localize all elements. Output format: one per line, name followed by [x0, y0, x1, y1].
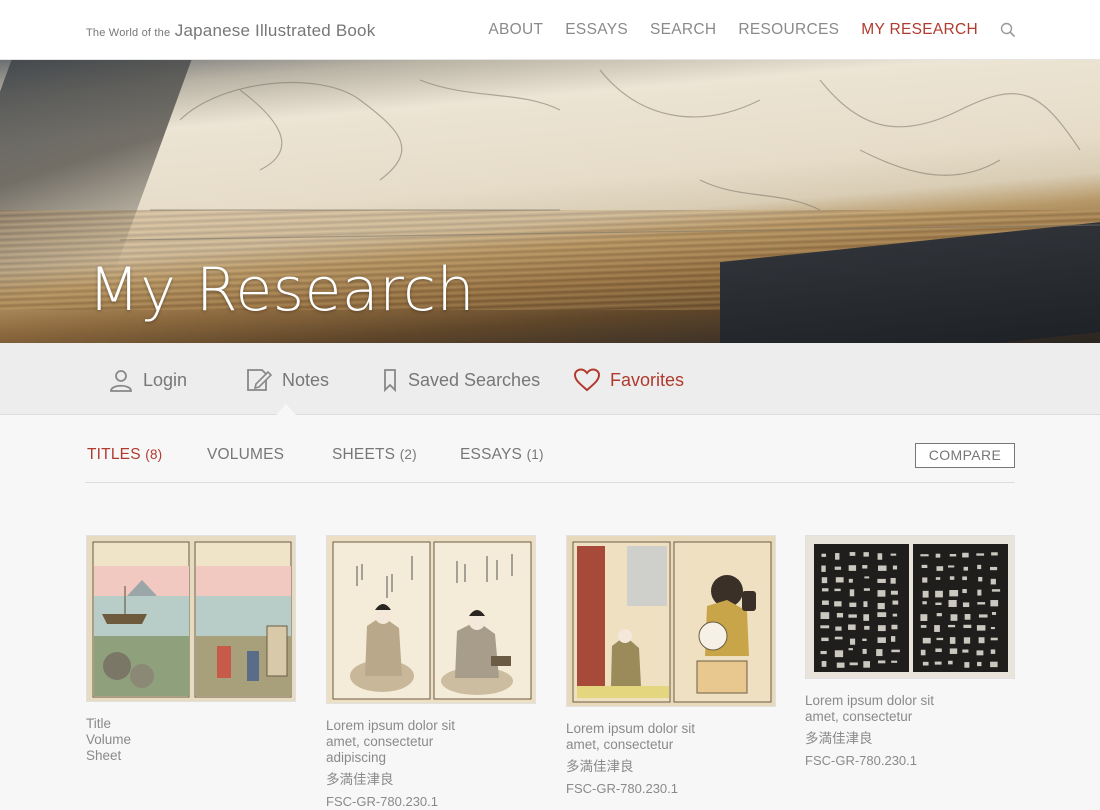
subtab-essays-count: (1) — [526, 447, 544, 462]
favorites-subtabs: TITLES (8) VOLUMES SHEETS (2) ESSAYS (1)… — [85, 440, 1015, 483]
nav-search[interactable]: SEARCH — [650, 21, 716, 39]
card-title-line: amet, consectetur — [805, 709, 913, 724]
card-japanese-title: 多満佳津良 — [326, 772, 394, 787]
tab-notes[interactable]: Notes — [246, 368, 329, 392]
card-accession-id: FSC-GR-780.230.1 — [805, 753, 917, 768]
subtab-titles[interactable]: TITLES (8) — [87, 446, 162, 464]
card-accession-id: FSC-GR-780.230.1 — [566, 781, 678, 796]
active-tab-pointer — [276, 404, 296, 415]
site-title-main: Japanese Illustrated Book — [174, 21, 376, 40]
card-title-line: adipiscing — [326, 750, 387, 765]
card-japanese-title: 多満佳津良 — [566, 759, 634, 774]
subtab-sheets[interactable]: SHEETS (2) — [332, 446, 417, 464]
card-title: Title — [86, 716, 112, 731]
card-thumbnail[interactable] — [566, 535, 776, 707]
nav-resources[interactable]: RESOURCES — [738, 21, 839, 39]
favorite-card[interactable]: Lorem ipsum dolor sit amet, consectetur … — [566, 535, 776, 797]
card-thumbnail[interactable] — [805, 535, 1015, 679]
card-info: Lorem ipsum dolor sit amet, consectetur … — [566, 721, 776, 797]
tab-saved-searches-label: Saved Searches — [408, 369, 541, 390]
main-nav: ABOUT ESSAYS SEARCH RESOURCES MY RESEARC… — [466, 21, 1016, 39]
top-header: The World of the Japanese Illustrated Bo… — [0, 0, 1100, 60]
bookmark-icon — [384, 369, 396, 392]
subtab-volumes[interactable]: VOLUMES — [207, 446, 284, 464]
subtab-sheets-count: (2) — [399, 447, 417, 462]
compare-button[interactable]: COMPARE — [915, 443, 1015, 468]
tab-notes-label: Notes — [282, 369, 330, 390]
search-icon[interactable] — [1000, 22, 1016, 38]
tab-favorites-label: Favorites — [610, 369, 685, 390]
card-info: Lorem ipsum dolor sit amet, consectetur … — [326, 718, 536, 810]
subtab-essays[interactable]: ESSAYS (1) — [460, 446, 544, 464]
favorite-card[interactable]: Title Volume Sheet — [86, 535, 296, 764]
card-volume: Volume — [86, 732, 132, 747]
subtab-titles-label: TITLES — [87, 446, 141, 463]
card-title-line: Lorem ipsum dolor sit — [326, 718, 456, 733]
nav-about[interactable]: ABOUT — [488, 21, 543, 39]
card-japanese-title: 多満佳津良 — [805, 731, 873, 746]
tab-saved-searches[interactable]: Saved Searches — [382, 368, 540, 392]
card-accession-id: FSC-GR-780.230.1 — [326, 794, 438, 809]
subtab-volumes-label: VOLUMES — [207, 446, 285, 463]
book-illustration-image — [332, 541, 532, 700]
notes-edit-icon — [247, 369, 272, 391]
card-thumbnail[interactable] — [86, 535, 296, 702]
nav-my-research[interactable]: MY RESEARCH — [861, 21, 978, 39]
user-icon — [110, 370, 132, 392]
research-tabs: Login Notes Saved Searches Favorites — [0, 343, 1100, 415]
card-info: Lorem ipsum dolor sit amet, consectetur … — [805, 693, 1015, 769]
card-title-line: amet, consectetur — [566, 737, 674, 752]
tab-favorites[interactable]: Favorites — [574, 368, 684, 392]
tab-login[interactable]: Login — [109, 368, 187, 392]
subtab-titles-count: (8) — [145, 447, 163, 462]
hero-banner: My Research — [0, 60, 1100, 343]
site-title-prefix: The World of the — [86, 27, 171, 39]
favorite-card[interactable]: Lorem ipsum dolor sit amet, consectetur … — [805, 535, 1015, 769]
card-sheet: Sheet — [86, 748, 122, 763]
calligraphy-image — [814, 544, 1008, 672]
card-thumbnail[interactable] — [326, 535, 536, 704]
book-illustration-image — [572, 541, 772, 703]
tab-login-label: Login — [143, 369, 188, 390]
nav-essays[interactable]: ESSAYS — [565, 21, 628, 39]
favorite-card[interactable]: Lorem ipsum dolor sit amet, consectetur … — [326, 535, 536, 810]
site-title[interactable]: The World of the Japanese Illustrated Bo… — [86, 21, 375, 41]
card-info: Title Volume Sheet — [86, 716, 296, 764]
card-title-line: amet, consectetur — [326, 734, 434, 749]
card-title-line: Lorem ipsum dolor sit — [566, 721, 696, 736]
card-title-line: Lorem ipsum dolor sit — [805, 693, 935, 708]
subtab-essays-label: ESSAYS — [460, 446, 523, 463]
subtab-sheets-label: SHEETS — [332, 446, 396, 463]
heart-icon — [574, 368, 600, 392]
page-title: My Research — [88, 255, 476, 325]
book-illustration-image — [92, 541, 292, 698]
